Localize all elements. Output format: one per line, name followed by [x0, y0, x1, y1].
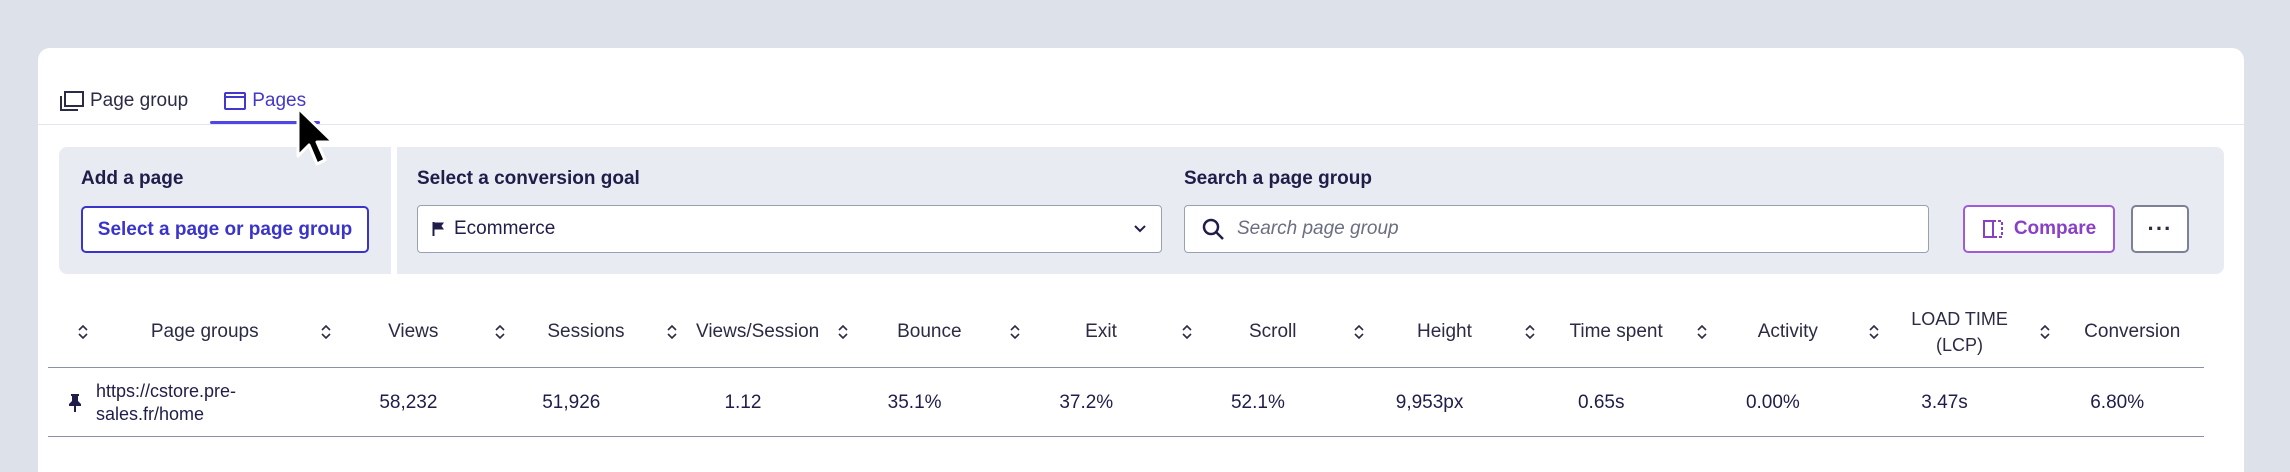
col-label: Conversion [2084, 320, 2181, 342]
col-label: Exit [1085, 320, 1117, 342]
page-icon [224, 92, 247, 110]
height-cell: 9,953px [1395, 391, 1464, 413]
select-page-button[interactable]: Select a page or page group [81, 206, 369, 253]
filters-panel: Select a conversion goal Ecommerce Searc… [397, 147, 2224, 274]
col-label: LOAD TIME (LCP) [1911, 308, 2008, 355]
chevron-down-icon [1133, 224, 1147, 234]
tab-bar: Page group Pages [60, 78, 328, 124]
sort-icon[interactable] [1859, 324, 1889, 340]
col-label: Scroll [1248, 320, 1297, 342]
compare-label: Compare [2013, 218, 2097, 239]
col-label: Time spent [1569, 320, 1663, 342]
sort-icon[interactable] [485, 324, 515, 340]
search-page-group-label: Search a page group [1184, 168, 1372, 189]
col-header-scroll[interactable]: Scroll [1172, 296, 1344, 368]
col-label: Bounce [897, 320, 962, 342]
sort-icon[interactable] [68, 324, 98, 340]
table-header: Page groups Views Sessions Views/Session… [48, 296, 2204, 368]
views-cell: 58,232 [379, 391, 438, 413]
col-header-views[interactable]: Views [311, 296, 485, 368]
search-page-group-field[interactable] [1184, 205, 1929, 253]
conversion-cell: 6.80% [2090, 391, 2145, 413]
activity-cell: 0.00% [1745, 391, 1800, 413]
compare-button[interactable]: Compare [1963, 205, 2115, 253]
conversion-goal-select[interactable]: Ecommerce [417, 205, 1162, 253]
add-page-label: Add a page [81, 168, 184, 189]
sort-icon[interactable] [1344, 324, 1374, 340]
sort-icon[interactable] [1515, 324, 1545, 340]
col-label: Height [1416, 320, 1472, 342]
more-options-button[interactable]: ··· [2131, 205, 2189, 253]
col-header-views-session[interactable]: Views/Session [657, 296, 829, 368]
pin-icon[interactable] [68, 393, 82, 413]
col-label: Views [388, 320, 439, 342]
col-header-bounce[interactable]: Bounce [828, 296, 1000, 368]
page-url[interactable]: https://cstore.pre-sales.fr/home [96, 380, 256, 426]
col-header-exit[interactable]: Exit [1000, 296, 1172, 368]
col-label: Activity [1757, 320, 1818, 342]
tab-page-group-label: Page group [90, 90, 189, 111]
sort-icon[interactable] [1687, 324, 1717, 340]
col-header-page-groups[interactable]: Page groups [48, 296, 311, 368]
compare-icon [1982, 219, 2004, 239]
conversion-goal-label: Select a conversion goal [417, 168, 640, 189]
col-header-time-spent[interactable]: Time spent [1515, 296, 1687, 368]
search-input[interactable] [1237, 218, 1912, 240]
col-label: Page groups [150, 320, 259, 342]
col-label: Views/Session [696, 320, 820, 342]
add-page-panel: Add a page Select a page or page group [59, 147, 391, 274]
sort-icon[interactable] [2030, 324, 2060, 340]
page-groups-card: Page group Pages Add a page Select a pag… [38, 48, 2244, 472]
page-cell: https://cstore.pre-sales.fr/home [48, 380, 331, 426]
filter-bar: Add a page Select a page or page group S… [59, 147, 2224, 274]
col-header-activity[interactable]: Activity [1687, 296, 1859, 368]
scroll-cell: 52.1% [1230, 391, 1285, 413]
sort-icon[interactable] [1000, 324, 1030, 340]
time-spent-cell: 0.65s [1577, 391, 1625, 413]
col-label: Sessions [547, 320, 625, 342]
more-icon: ··· [2147, 216, 2173, 241]
table-row[interactable]: https://cstore.pre-sales.fr/home 58,232 … [48, 369, 2204, 437]
sort-icon[interactable] [1172, 324, 1202, 340]
exit-cell: 37.2% [1059, 391, 1114, 413]
search-icon [1201, 217, 1225, 241]
col-header-load-time[interactable]: LOAD TIME (LCP) [1859, 296, 2031, 368]
sessions-cell: 51,926 [542, 391, 601, 413]
mouse-cursor-icon [296, 106, 340, 173]
bounce-cell: 35.1% [887, 391, 942, 413]
sort-icon[interactable] [657, 324, 687, 340]
col-header-height[interactable]: Height [1344, 296, 1516, 368]
sort-icon[interactable] [311, 324, 341, 340]
page-group-icon [60, 91, 84, 111]
tab-page-group[interactable]: Page group [60, 78, 202, 124]
conversion-goal-value: Ecommerce [454, 218, 556, 239]
col-header-sessions[interactable]: Sessions [485, 296, 657, 368]
load-time-cell: 3.47s [1921, 391, 1968, 413]
views-session-cell: 1.12 [724, 391, 762, 413]
flag-icon [432, 221, 446, 237]
tabs-divider [38, 124, 2244, 125]
sort-icon[interactable] [828, 324, 858, 340]
col-header-conversion[interactable]: Conversion [2030, 296, 2204, 368]
